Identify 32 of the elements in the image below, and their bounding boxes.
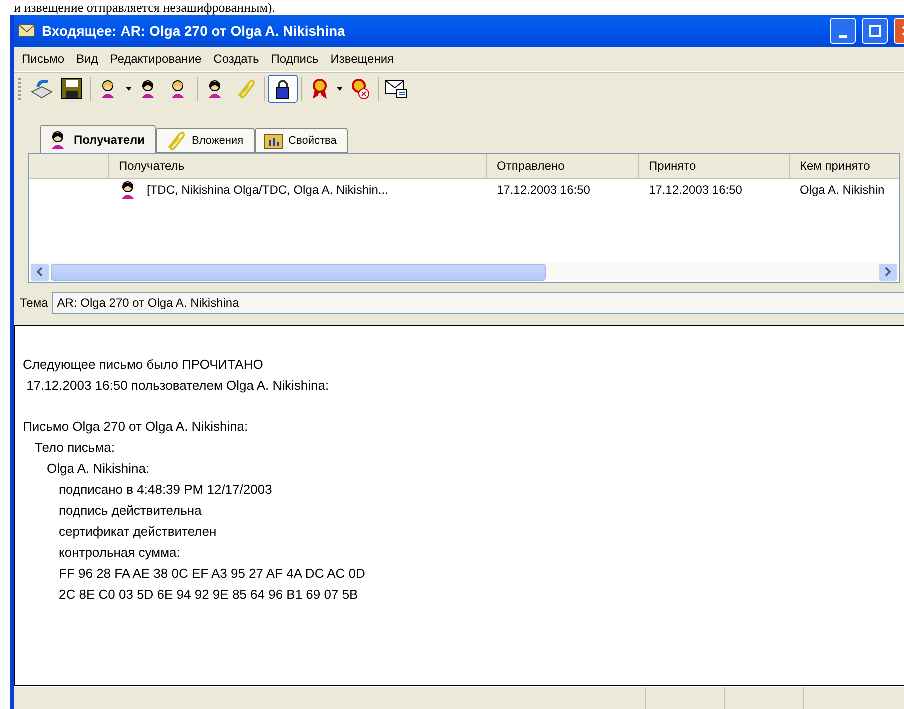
subject-label: Тема [20,296,48,310]
menu-item[interactable]: Создать [208,50,266,68]
table-cell: 17.12.2003 16:50 [649,183,742,197]
tab[interactable]: Получатели [40,125,156,153]
tab[interactable]: Свойства [254,128,348,153]
column-header[interactable]: Отправлено [487,154,639,179]
menu-item[interactable]: Извещения [324,50,400,68]
menu-item[interactable]: Редактирование [104,50,208,68]
column-header[interactable]: Принято [639,154,790,179]
message-line: Olga A. Nikishina: [47,460,151,478]
table-cell: 17.12.2003 16:50 [497,183,590,197]
tab[interactable]: Вложения [156,128,255,153]
message-line: 17.12.2003 16:50 пользователем Olga A. Nikishina: [26,377,330,395]
column-header[interactable]: Кем принято [790,154,899,179]
message-line: подпись действительна [59,502,203,520]
message-line: подписано в 4:48:39 PM 12/17/2003 [59,481,274,499]
message-line: 2C 8E C0 03 5D 6E 94 92 9E 85 64 96 B1 69 07 5B [59,586,360,604]
message-line: сертификат действителен [59,523,218,541]
table-cell: [TDC, Nikishina Olga/TDC, Olga A. Nikishin... [147,183,388,197]
message-line: FF 96 28 FA AE 38 0C EF A3 95 27 AF 4A DC AC 0D [59,565,366,583]
menu-item[interactable]: Вид [70,50,104,68]
table-cell: Olga A. Nikishin [800,183,885,197]
subject-field[interactable]: AR: Olga 270 от Olga A. Nikishina [52,292,904,314]
menu-item[interactable]: Подпись [265,50,325,68]
menu-item[interactable]: Письмо [16,50,71,68]
message-line: контрольная сумма: [59,544,182,562]
message-line: Письмо Olga 270 от Olga A. Nikishina: [23,418,250,436]
message-line: Следующее письмо было ПРОЧИТАНО [23,356,264,374]
document-text: и извещение отправляется незашифрованным). [13,0,276,15]
column-header[interactable]: Получатель [109,154,487,179]
window-title: Входящее: AR: Olga 270 от Olga A. Nikishina [42,23,346,39]
message-line: Тело письма: [35,439,116,457]
